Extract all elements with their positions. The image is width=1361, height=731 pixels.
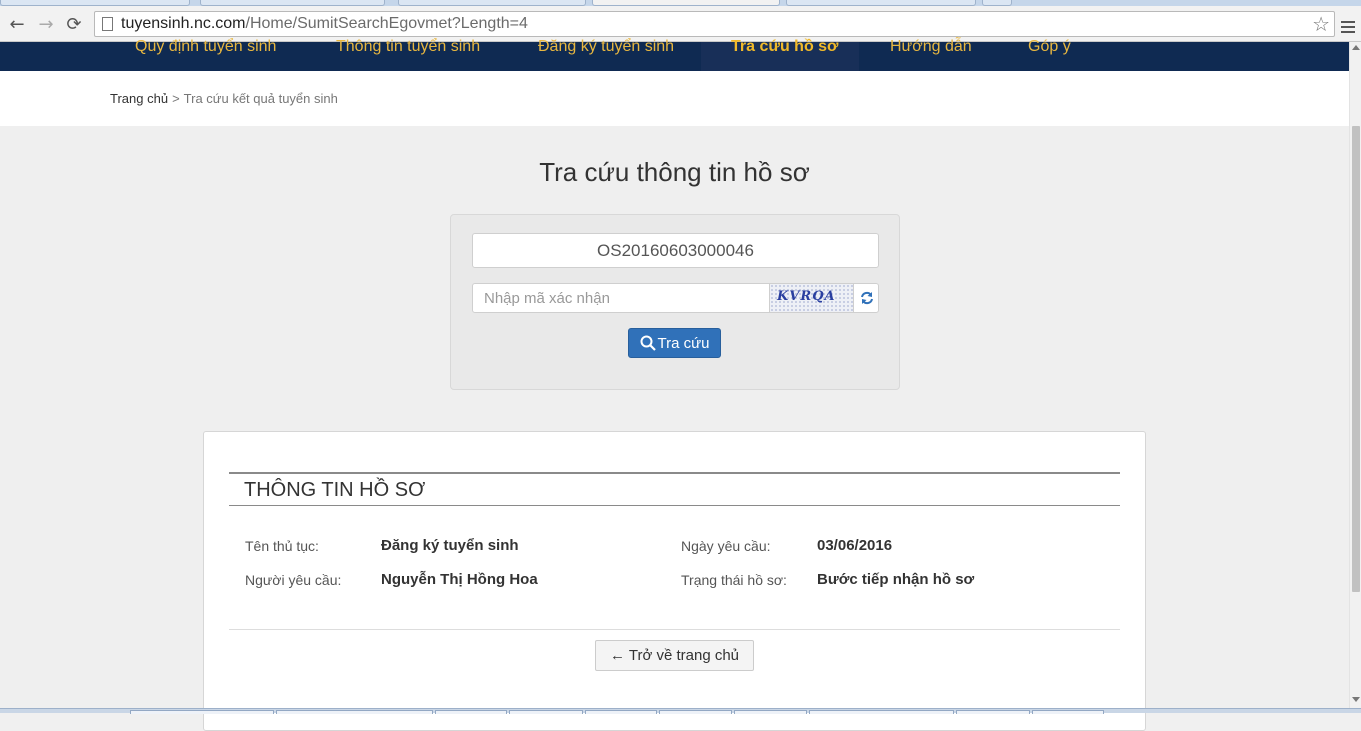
- captcha-image: KVRQA: [769, 284, 853, 312]
- forward-arrow-icon: →: [38, 13, 54, 35]
- scroll-up-arrow-icon[interactable]: [1352, 45, 1360, 50]
- search-icon: [640, 335, 656, 351]
- nav-item-gop-y[interactable]: Góp ý: [1028, 39, 1071, 71]
- taskbar-button[interactable]: [585, 710, 657, 714]
- nav-item-tra-cuu[interactable]: Tra cứu hồ sơ: [731, 39, 838, 71]
- procedure-label: Tên thủ tục:: [245, 538, 319, 554]
- taskbar-button[interactable]: [659, 710, 732, 714]
- breadcrumb-bar: Trang chủ > Tra cứu kết quả tuyển sinh: [0, 71, 1349, 126]
- taskbar-button[interactable]: [734, 710, 807, 714]
- requester-value: Nguyễn Thị Hồng Hoa: [381, 571, 538, 588]
- taskbar-button[interactable]: [1032, 710, 1104, 714]
- url-path: /Home/SumitSearchEgovmet?Length=4: [245, 15, 528, 32]
- divider: [229, 629, 1120, 630]
- captcha-input[interactable]: [473, 284, 769, 312]
- url-host: tuyensinh.nc.com: [121, 15, 246, 32]
- site-navigation: Quy định tuyển sinh Thông tin tuyển sinh…: [0, 39, 1349, 71]
- forward-button[interactable]: →: [35, 13, 57, 35]
- status-label: Trạng thái hồ sơ:: [681, 572, 787, 588]
- back-to-home-button[interactable]: ← Trở về trang chủ: [595, 640, 754, 671]
- page-icon: [102, 17, 113, 31]
- main-content: Tra cứu thông tin hồ sơ KVRQA: [0, 126, 1349, 731]
- breadcrumb-current: Tra cứu kết quả tuyển sinh: [183, 91, 338, 106]
- back-button[interactable]: ←: [6, 13, 28, 35]
- breadcrumb-separator: >: [172, 91, 180, 106]
- taskbar-button[interactable]: [276, 710, 433, 714]
- record-code-input[interactable]: [472, 233, 879, 268]
- nav-item-thong-tin[interactable]: Thông tin tuyển sinh: [336, 39, 480, 71]
- back-arrow-icon: ←: [9, 13, 25, 35]
- taskbar-button[interactable]: [509, 710, 583, 714]
- bookmark-star-icon[interactable]: ☆: [1312, 12, 1330, 36]
- panel-header: THÔNG TIN HỒ SƠ: [229, 472, 1120, 506]
- date-label: Ngày yêu cầu:: [681, 538, 771, 554]
- captcha-refresh-button[interactable]: [853, 284, 879, 312]
- taskbar-button[interactable]: [956, 710, 1030, 714]
- search-button[interactable]: Tra cứu: [628, 328, 721, 358]
- browser-menu-icon[interactable]: [1341, 21, 1355, 35]
- refresh-icon: [860, 291, 873, 305]
- page-scrollbar[interactable]: [1349, 42, 1361, 713]
- nav-item-dang-ky[interactable]: Đăng ký tuyển sinh: [538, 39, 674, 71]
- scrollbar-thumb[interactable]: [1352, 126, 1360, 592]
- url-text: tuyensinh.nc.com/Home/SumitSearchEgovmet…: [121, 15, 528, 33]
- os-taskbar: [0, 708, 1361, 714]
- breadcrumb: Trang chủ > Tra cứu kết quả tuyển sinh: [110, 91, 338, 106]
- captcha-text: KVRQA: [777, 289, 836, 304]
- nav-item-huong-dan[interactable]: Hướng dẫn: [890, 39, 972, 71]
- taskbar-button[interactable]: [130, 710, 274, 714]
- search-form: KVRQA Tra cứu: [450, 214, 900, 390]
- nav-item-quy-dinh[interactable]: Quy định tuyển sinh: [135, 39, 276, 71]
- search-button-label: Tra cứu: [657, 334, 710, 352]
- date-value: 03/06/2016: [817, 537, 893, 554]
- reload-button[interactable]: ⟳: [63, 13, 85, 35]
- record-info-panel: THÔNG TIN HỒ SƠ Tên thủ tục: Đăng ký tuy…: [203, 431, 1146, 731]
- reload-icon: ⟳: [66, 13, 82, 35]
- procedure-value: Đăng ký tuyển sinh: [381, 537, 519, 554]
- scroll-down-arrow-icon[interactable]: [1352, 697, 1360, 702]
- breadcrumb-home-link[interactable]: Trang chủ: [110, 91, 168, 106]
- taskbar-button[interactable]: [435, 710, 507, 714]
- taskbar-button[interactable]: [809, 710, 954, 714]
- panel-heading: THÔNG TIN HỒ SƠ: [244, 479, 426, 501]
- address-bar[interactable]: tuyensinh.nc.com/Home/SumitSearchEgovmet…: [94, 11, 1335, 37]
- status-value: Bước tiếp nhận hồ sơ: [817, 571, 975, 588]
- browser-toolbar: ← → ⟳ tuyensinh.nc.com/Home/SumitSearchE…: [0, 6, 1361, 42]
- requester-label: Người yêu cầu:: [245, 572, 342, 588]
- captcha-group: KVRQA: [472, 283, 879, 313]
- page-title: Tra cứu thông tin hồ sơ: [539, 157, 810, 187]
